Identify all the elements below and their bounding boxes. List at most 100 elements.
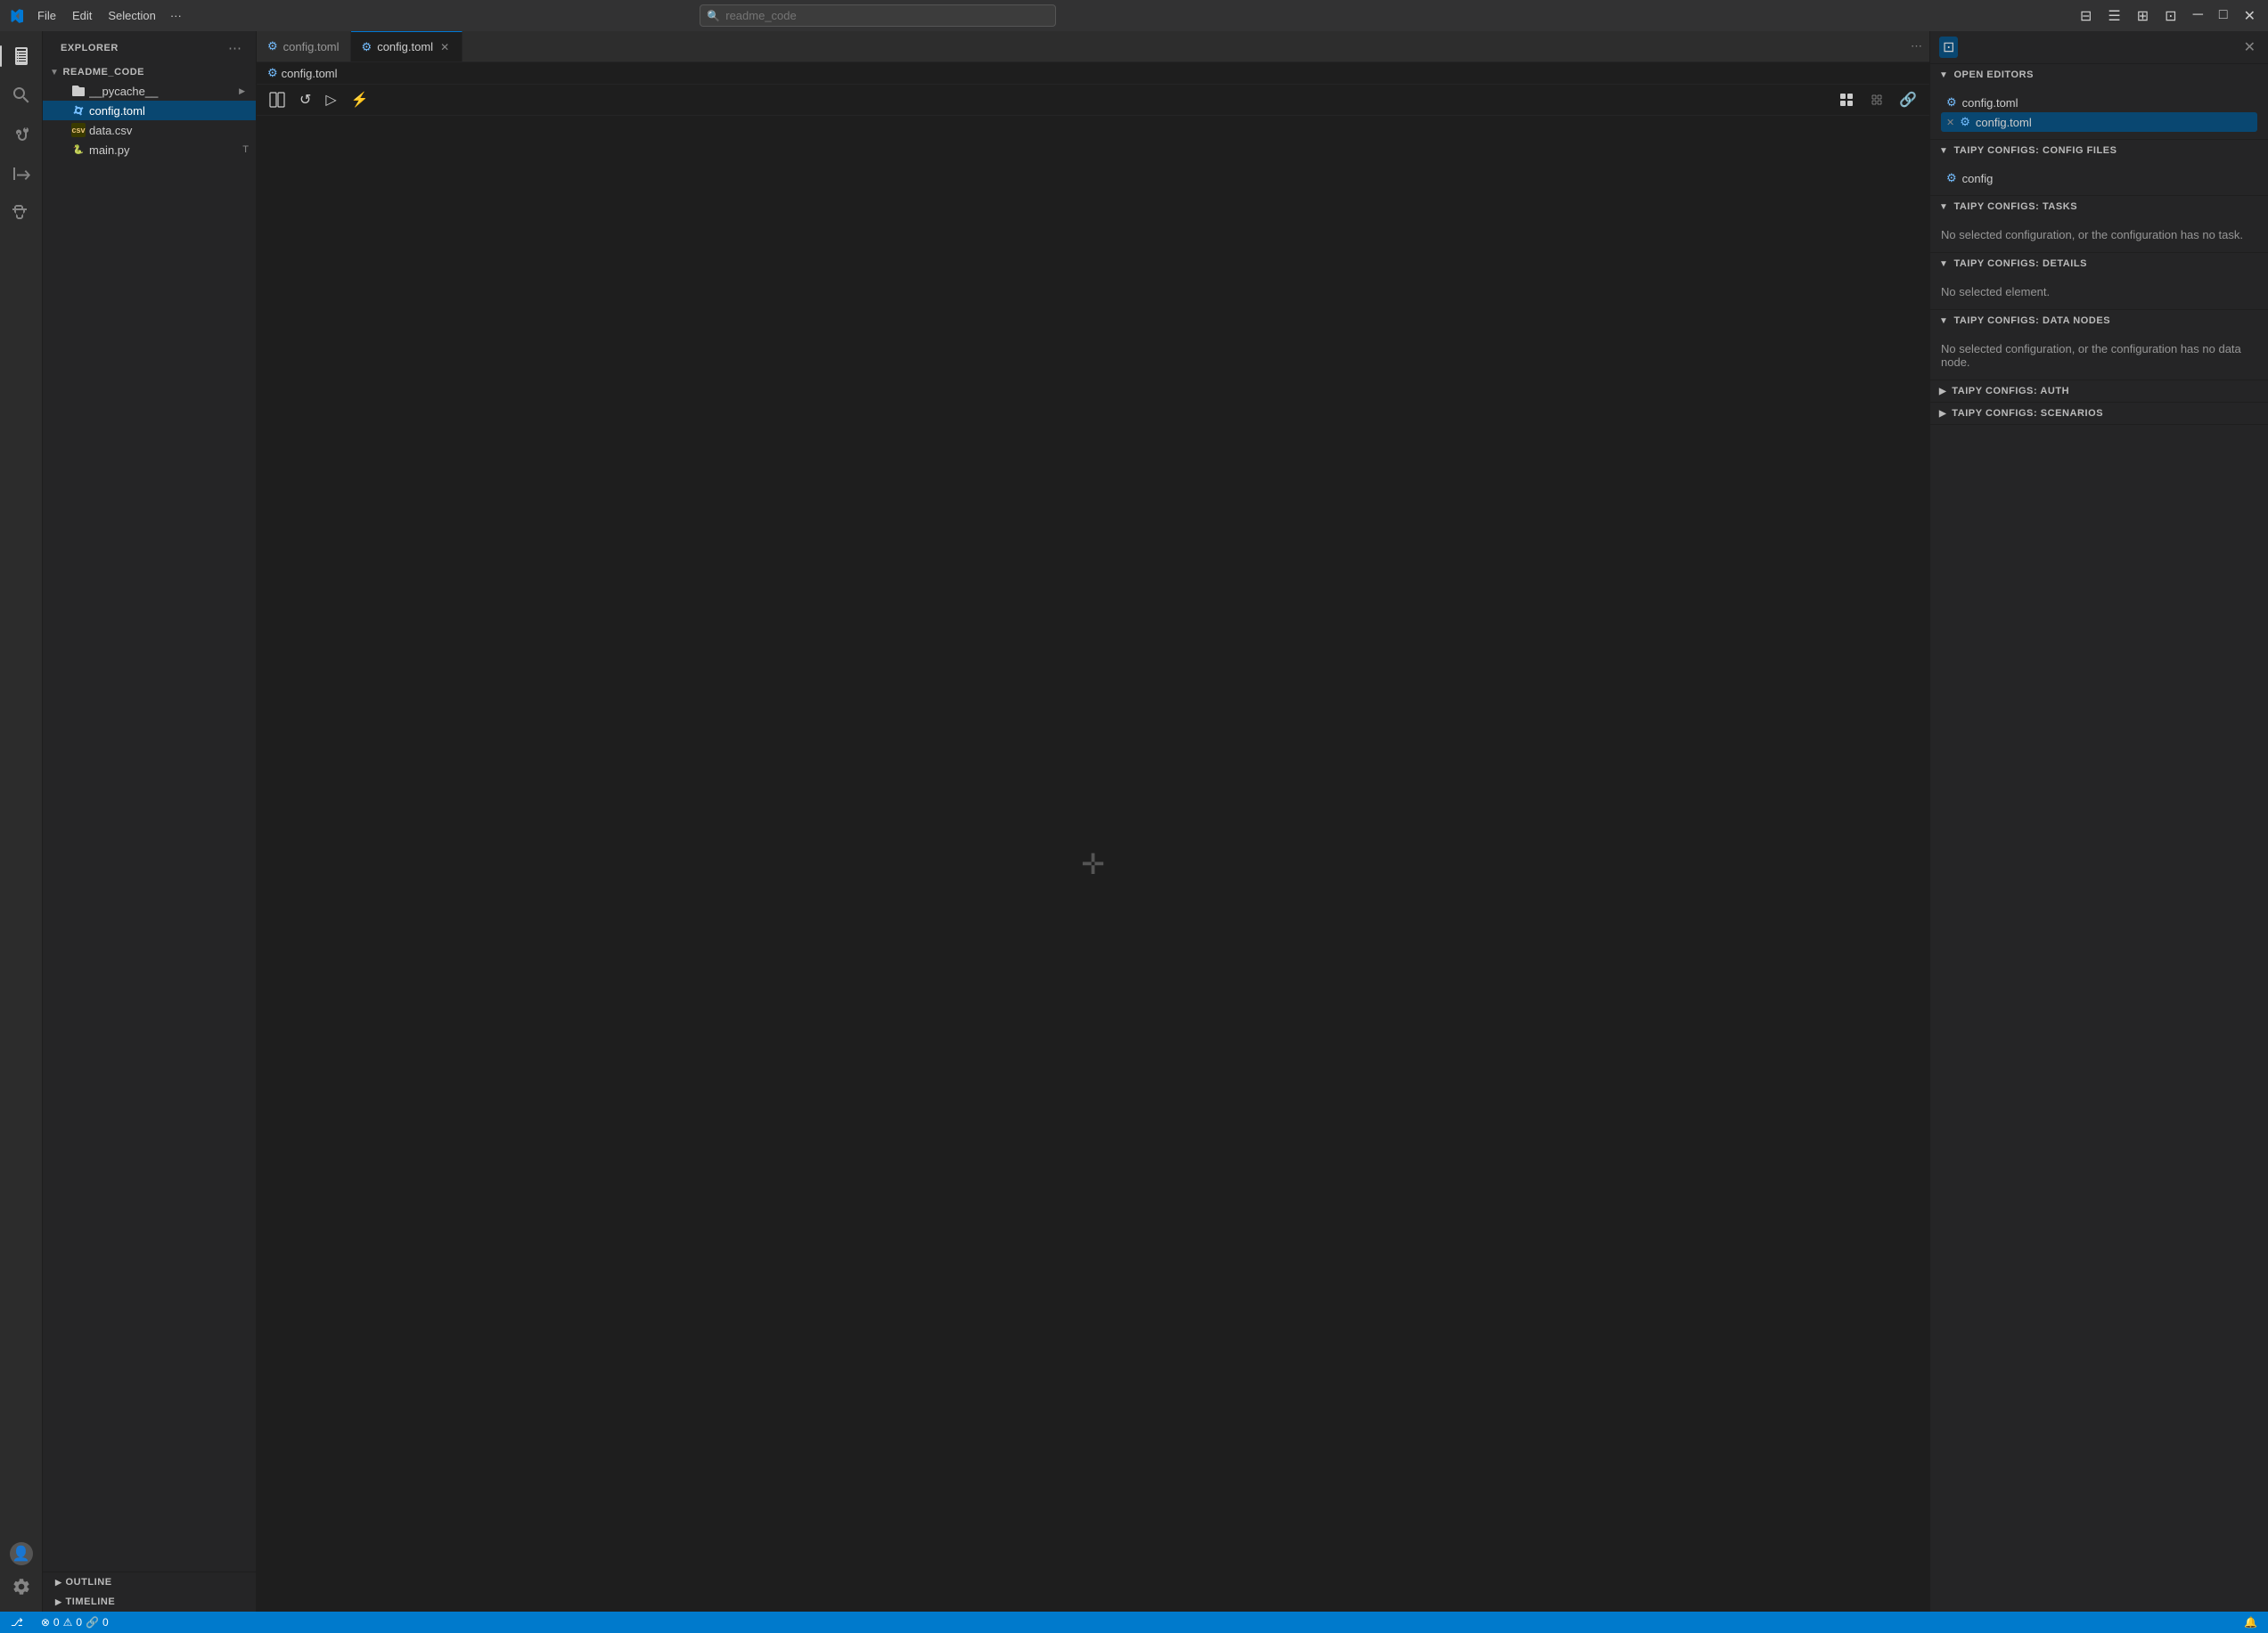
sidebar-item-main-py[interactable]: 🐍 main.py T (43, 140, 256, 159)
sidebar-content: ▼ README_CODE __pycache__ ▶ config (43, 61, 256, 1572)
right-panel-close-btn[interactable]: ✕ (2240, 37, 2259, 58)
editor-toolbar: ↺ ▷ ⚡ 🔗 (257, 85, 1929, 116)
sidebar-bottom: ▶ OUTLINE ▶ TIMELINE (43, 1572, 256, 1612)
activity-search[interactable] (4, 78, 39, 113)
taipy-tasks-header[interactable]: ▼ TAIPY CONFIGS: TASKS (1930, 196, 2268, 217)
tab2-label: config.toml (377, 40, 433, 53)
config-toml-label: config.toml (89, 104, 249, 118)
taipy-tasks-empty-text: No selected configuration, or the config… (1941, 225, 2257, 245)
sidebar-item-data-csv[interactable]: csv data.csv (43, 120, 256, 140)
explorer-section: ▼ README_CODE __pycache__ ▶ config (43, 61, 256, 161)
restore-icon[interactable]: □ (2214, 4, 2233, 29)
toolbar-run-btn[interactable]: ▷ (320, 88, 341, 111)
taipy-config-label: config (1962, 172, 1994, 185)
customize-layout-icon[interactable]: ⊟ (2075, 4, 2097, 29)
taipy-data-nodes-header[interactable]: ▼ TAIPY CONFIGS: DATA NODES (1930, 310, 2268, 331)
activity-settings[interactable] (4, 1569, 39, 1604)
taipy-details-body: No selected element. (1930, 274, 2268, 309)
pycache-label: __pycache__ (89, 85, 235, 98)
tab1-gear-icon: ⚙ (267, 39, 278, 53)
sidebar-item-pycache[interactable]: __pycache__ ▶ (43, 81, 256, 101)
main-layout: 👤 Explorer ⋯ ▼ README_CODE (0, 31, 2268, 1612)
taipy-data-nodes-label: TAIPY CONFIGS: DATA NODES (1953, 315, 2110, 326)
toggle-layout-icon[interactable]: ⊡ (2159, 4, 2182, 29)
close-icon[interactable]: ✕ (2239, 4, 2261, 29)
taipy-config-item[interactable]: ⚙ config (1941, 168, 2257, 188)
tab1-label: config.toml (283, 40, 340, 53)
tab2-gear-icon: ⚙ (362, 40, 373, 54)
status-bell[interactable]: 🔔 (2240, 1612, 2261, 1633)
toggle-sidebar-icon[interactable]: ☰ (2102, 4, 2125, 29)
activity-source-control[interactable] (4, 117, 39, 152)
taipy-config-files-body: ⚙ config (1930, 161, 2268, 195)
folder-icon (71, 84, 86, 98)
title-bar: File Edit Selection ··· 🔍 ⊟ ☰ ⊞ ⊡ ─ □ ✕ (0, 0, 2268, 31)
chevron-right-timeline-icon: ▶ (55, 1597, 61, 1607)
taipy-tasks-body: No selected configuration, or the config… (1930, 217, 2268, 252)
taipy-config-files-header[interactable]: ▼ TAIPY CONFIGS: CONFIG FILES (1930, 140, 2268, 161)
editor-tabs: ⚙ config.toml ⚙ config.toml ✕ ⋯ (257, 31, 1929, 62)
search-input[interactable] (700, 4, 1056, 27)
editor-tab-1[interactable]: ⚙ config.toml (257, 31, 351, 61)
explorer-section-title: README_CODE (62, 67, 144, 78)
status-errors[interactable]: ⊗ 0 ⚠ 0 🔗 0 (37, 1612, 112, 1633)
tab-more-button[interactable]: ⋯ (1904, 31, 1929, 61)
toolbar-refresh-btn[interactable]: ↺ (294, 88, 316, 111)
toolbar-split-btn[interactable] (264, 89, 291, 110)
error-count: 0 (53, 1616, 60, 1629)
timeline-section[interactable]: ▶ TIMELINE (43, 1592, 256, 1612)
toolbar-action1-btn[interactable] (1833, 88, 1860, 111)
sidebar-header: Explorer ⋯ (43, 31, 256, 61)
open-editor2-close-icon[interactable]: ✕ (1946, 117, 1954, 128)
taipy-config-files-chevron-icon: ▼ (1939, 146, 1948, 156)
open-editor-item-2[interactable]: ✕ ⚙ config.toml (1941, 112, 2257, 132)
open-editor1-gear-icon: ⚙ (1946, 95, 1957, 110)
open-editor-item-1[interactable]: ⚙ config.toml (1941, 93, 2257, 112)
file-menu[interactable]: File (30, 5, 63, 26)
user-avatar[interactable]: 👤 (10, 1542, 33, 1565)
more-menus[interactable]: ··· (165, 5, 187, 26)
toggle-panel-icon[interactable]: ⊞ (2132, 4, 2154, 29)
info-count: 0 (102, 1616, 109, 1629)
selection-menu[interactable]: Selection (101, 5, 162, 26)
taipy-auth-header[interactable]: ▶ TAIPY CONFIGS: AUTH (1930, 380, 2268, 402)
activity-explorer[interactable] (4, 38, 39, 74)
tab2-close-icon[interactable]: ✕ (438, 40, 451, 54)
open-editors-body: ⚙ config.toml ✕ ⚙ config.toml (1930, 86, 2268, 139)
chevron-down-icon: ▼ (50, 68, 59, 78)
editor-area: ⚙ config.toml ⚙ config.toml ✕ ⋯ ⚙ config… (257, 31, 1929, 1612)
toolbar-action3-btn[interactable]: 🔗 (1894, 88, 1922, 111)
warning-icon: ⚠ (63, 1616, 73, 1629)
editor-tab-2[interactable]: ⚙ config.toml ✕ (351, 31, 463, 61)
taipy-details-header[interactable]: ▼ TAIPY CONFIGS: DETAILS (1930, 253, 2268, 274)
editor-breadcrumb: ⚙ config.toml (257, 62, 1929, 85)
info-icon: 🔗 (86, 1616, 99, 1629)
taipy-config-gear-icon: ⚙ (1946, 171, 1957, 185)
activity-extensions[interactable] (4, 195, 39, 231)
explorer-section-header[interactable]: ▼ README_CODE (43, 63, 256, 81)
open-editor2-label: config.toml (1976, 116, 2032, 129)
taipy-data-nodes-body: No selected configuration, or the config… (1930, 331, 2268, 380)
activity-run[interactable] (4, 156, 39, 192)
taipy-tasks-chevron-icon: ▼ (1939, 202, 1948, 212)
toolbar-action2-btn[interactable] (1863, 88, 1890, 111)
open-editor1-label: config.toml (1962, 96, 2018, 110)
edit-menu[interactable]: Edit (65, 5, 99, 26)
open-editors-section: ▼ OPEN EDITORS ⚙ config.toml ✕ ⚙ config.… (1930, 64, 2268, 140)
sidebar-item-config-toml[interactable]: config.toml (43, 101, 256, 120)
status-git-branch[interactable]: ⎇ (7, 1612, 30, 1633)
activity-bar: 👤 (0, 31, 43, 1612)
py-file-icon: 🐍 (71, 143, 86, 157)
outline-section[interactable]: ▶ OUTLINE (43, 1572, 256, 1592)
warning-count: 0 (76, 1616, 82, 1629)
taipy-scenarios-header[interactable]: ▶ TAIPY CONFIGS: SCENARIOS (1930, 403, 2268, 424)
right-panel-icon[interactable]: ⊡ (1939, 37, 1958, 58)
sidebar-more-icon[interactable]: ⋯ (225, 38, 245, 58)
toolbar-lightning-btn[interactable]: ⚡ (346, 88, 374, 111)
taipy-scenarios-label: TAIPY CONFIGS: SCENARIOS (1952, 408, 2103, 419)
right-panel: ⊡ ✕ ▼ OPEN EDITORS ⚙ config.toml ✕ ⚙ (1929, 31, 2268, 1612)
minimize-icon[interactable]: ─ (2188, 4, 2208, 29)
status-bar: ⎇ ⊗ 0 ⚠ 0 🔗 0 🔔 (0, 1612, 2268, 1633)
open-editors-header[interactable]: ▼ OPEN EDITORS (1930, 64, 2268, 86)
data-csv-label: data.csv (89, 124, 249, 137)
